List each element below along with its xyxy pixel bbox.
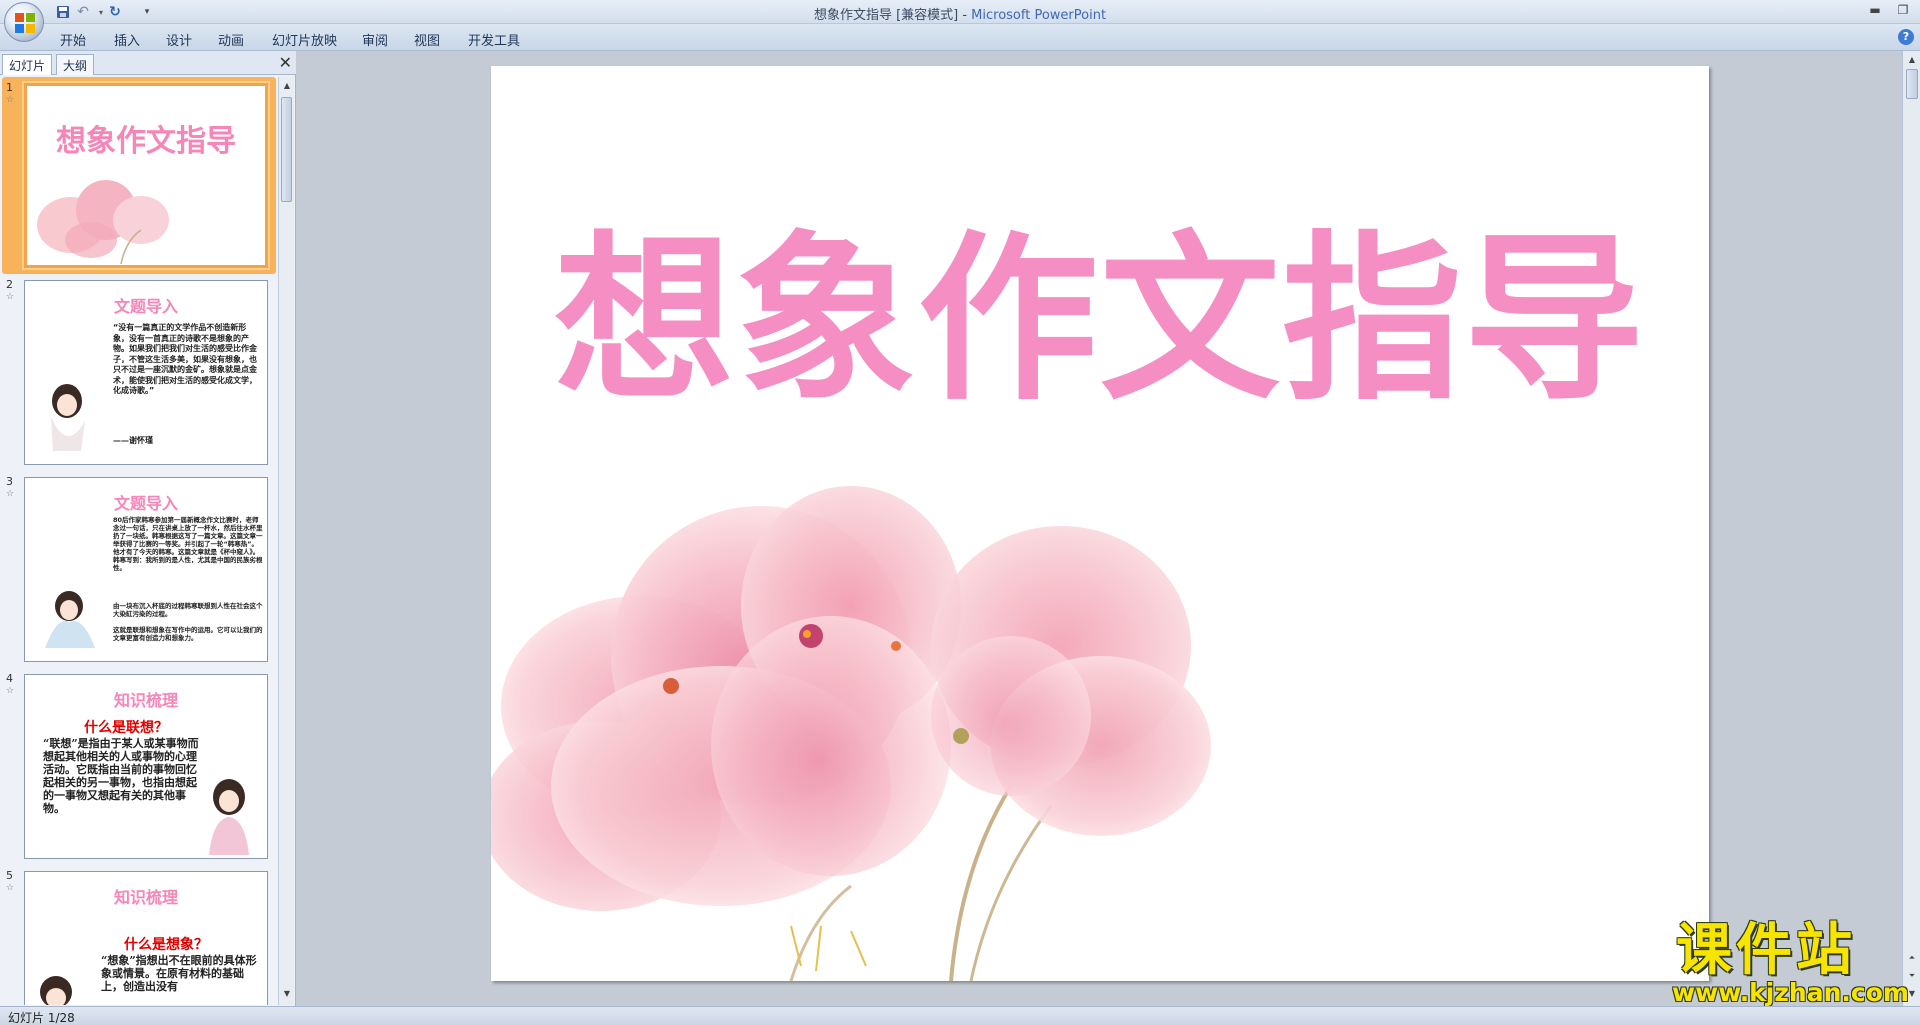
tab-home[interactable]: 开始 xyxy=(60,30,86,49)
tab-slideshow[interactable]: 幻灯片放映 xyxy=(272,30,337,49)
ribbon-tab-bar: 开始 插入 设计 动画 幻灯片放映 审阅 视图 开发工具 ? xyxy=(0,24,1920,51)
animation-star-icon: ☆ xyxy=(6,686,15,696)
scrollbar-thumb[interactable] xyxy=(281,97,292,202)
slide-canvas[interactable]: 想象作文指导 xyxy=(491,66,1709,981)
thumb-number: 1 xyxy=(6,81,13,94)
title-bar: ↶ ▾ ↻ ▾ 想象作文指导 [兼容模式] - Microsoft PowerP… xyxy=(0,0,1920,24)
slides-pane: 幻灯片 大纲 ✕ 1 ☆ 想象作文指导 2 ☆ 文题导入 “没有一篇真正的文学作… xyxy=(0,51,296,1006)
watermark-text: 课件站 xyxy=(1676,918,1856,983)
scroll-down-icon[interactable]: ▼ xyxy=(281,987,293,1001)
minimize-icon[interactable]: ▬ xyxy=(1862,2,1888,20)
scroll-up-icon[interactable]: ▲ xyxy=(1906,53,1918,67)
animation-star-icon: ☆ xyxy=(6,95,15,105)
close-icon[interactable]: ✕ xyxy=(279,53,292,72)
slide-thumbnail-1[interactable]: 想象作文指导 xyxy=(24,83,268,268)
status-bar: 幻灯片 1/28 xyxy=(0,1006,1920,1025)
pane-tabs: 幻灯片 大纲 ✕ xyxy=(0,51,296,75)
scrollbar-thumb[interactable] xyxy=(1906,69,1918,99)
help-icon[interactable]: ? xyxy=(1898,29,1914,45)
thumb-girl-image xyxy=(45,591,95,648)
restore-icon[interactable]: ❐ xyxy=(1890,2,1916,20)
thumb-number: 3 xyxy=(6,475,13,488)
thumb-body: “联想”是指由于某人或某事物而想起其他相关的人或事物的心理活动。它既指由当前的事… xyxy=(43,737,199,815)
tab-view[interactable]: 视图 xyxy=(414,30,440,49)
watermark-url: www.kjzhan.com xyxy=(1672,978,1909,1007)
thumb-question: 什么是想象？ xyxy=(124,937,208,953)
office-button[interactable] xyxy=(4,2,44,42)
thumb-body-3: 这就是联想和想象在写作中的运用。它可以让我们的文章更富有创造力和想象力。 xyxy=(113,626,263,642)
thumb-body: “没有一篇真正的文学作品不创造新形象，没有一首真正的诗歌不是想象的产物。如果我们… xyxy=(113,323,257,395)
thumb-number: 5 xyxy=(6,869,13,882)
thumbnail-scrollbar[interactable]: ▲ ▼ xyxy=(278,77,294,1005)
thumb-title: 文题导入 xyxy=(113,494,178,513)
watermark-logo: 课件站 www.kjzhan.com xyxy=(1668,918,1909,1008)
thumb-girl-image xyxy=(209,779,249,855)
thumb-girl-image xyxy=(51,384,85,451)
thumb-question: 什么是联想？ xyxy=(84,720,168,736)
tab-outline[interactable]: 大纲 xyxy=(56,54,95,75)
thumbnail-list[interactable]: 1 ☆ 想象作文指导 2 ☆ 文题导入 “没有一篇真正的文学作品不创造新形象，没… xyxy=(0,77,278,1005)
tab-developer[interactable]: 开发工具 xyxy=(468,30,520,49)
watercolor-flowers-image xyxy=(491,486,1211,981)
thumb-body-2: 由一块布沉入杯底的过程韩寒联想到人性在社会这个大染缸污染的过程。 xyxy=(113,602,263,618)
animation-star-icon: ☆ xyxy=(6,292,15,302)
slide-thumbnail-2[interactable]: 文题导入 “没有一篇真正的文学作品不创造新形象，没有一首真正的诗歌不是想象的产物… xyxy=(24,280,268,465)
slide-thumbnail-3[interactable]: 文题导入 80后作家韩寒参加第一届新概念作文比赛时，老师念过一句话，只在讲桌上放… xyxy=(24,477,268,662)
thumb-girl-image xyxy=(40,976,72,1005)
slide-title[interactable]: 想象作文指导 xyxy=(491,231,1709,411)
scroll-up-icon[interactable]: ▲ xyxy=(281,79,293,93)
tab-design[interactable]: 设计 xyxy=(166,30,192,49)
thumb-body: 80后作家韩寒参加第一届新概念作文比赛时，老师念过一句话，只在讲桌上放了一杯水，… xyxy=(113,516,263,572)
animation-star-icon: ☆ xyxy=(6,883,15,893)
slide-editing-area: 想象作文指导 xyxy=(297,51,1902,1006)
thumb-title: 想象作文指导 xyxy=(56,124,236,159)
tab-insert[interactable]: 插入 xyxy=(114,30,140,49)
thumb-title: 知识梳理 xyxy=(113,691,178,710)
thumb-title: 文题导入 xyxy=(113,297,178,316)
animation-star-icon: ☆ xyxy=(6,489,15,499)
thumb-author: ——谢怀瑾 xyxy=(113,436,153,445)
thumb-body: “想象”指想出不在眼前的具体形象或情景。在原有材料的基础上，创造出没有 xyxy=(101,954,257,993)
tab-animations[interactable]: 动画 xyxy=(218,30,244,49)
tab-review[interactable]: 审阅 xyxy=(362,30,388,49)
thumb-number: 2 xyxy=(6,278,13,291)
window-title: 想象作文指导 [兼容模式] - Microsoft PowerPoint xyxy=(0,4,1920,23)
thumb-flowers-image xyxy=(37,180,169,265)
app-name: Microsoft PowerPoint xyxy=(971,8,1107,23)
slide-counter: 幻灯片 1/28 xyxy=(8,1011,75,1025)
thumb-number: 4 xyxy=(6,672,13,685)
slide-thumbnail-5[interactable]: 知识梳理 什么是想象？ “想象”指想出不在眼前的具体形象或情景。在原有材料的基础… xyxy=(24,871,268,1005)
previous-slide-icon[interactable]: ⏶ xyxy=(1906,951,1918,965)
thumb-title: 知识梳理 xyxy=(113,888,178,907)
slide-scrollbar[interactable]: ▲ ⏶ ⏷ ▼ xyxy=(1902,51,1920,1006)
office-logo-icon xyxy=(15,13,35,33)
document-title: 想象作文指导 [兼容模式] - xyxy=(813,8,972,23)
tab-slides[interactable]: 幻灯片 xyxy=(2,54,53,75)
slide-thumbnail-4[interactable]: 知识梳理 什么是联想？ “联想”是指由于某人或某事物而想起其他相关的人或事物的心… xyxy=(24,674,268,859)
